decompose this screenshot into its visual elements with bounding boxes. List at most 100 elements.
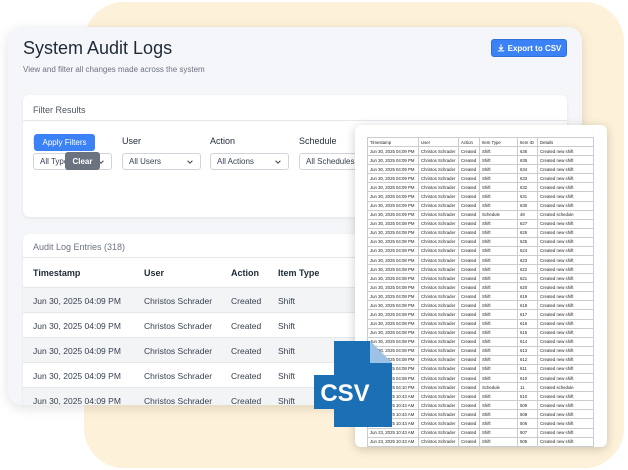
- csv-cell: Created: [458, 391, 480, 402]
- csv-cell: 626: [517, 227, 538, 238]
- table-cell: Shift: [278, 346, 296, 356]
- csv-icon-label: CSV: [320, 380, 369, 407]
- csv-cell: Jun 30, 2025 04:08 PM: [367, 236, 419, 247]
- action-select[interactable]: All Actions: [210, 153, 289, 170]
- csv-cell: Details: [537, 136, 594, 148]
- csv-cell: Created: [458, 155, 480, 166]
- csv-cell: 618: [517, 300, 538, 311]
- csv-cell: 632: [517, 182, 538, 193]
- csv-cell: Christos Schrader: [418, 200, 459, 211]
- table-cell: Jun 30, 2025 04:09 PM: [33, 346, 121, 356]
- csv-cell: Jun 30, 2025 04:09 PM: [367, 191, 419, 202]
- select-value: All Users: [129, 157, 162, 166]
- csv-row: Jun 30, 2025 04:09 PM Christos Schrader Cr…: [367, 173, 594, 184]
- csv-cell: Created new shift: [537, 327, 594, 338]
- csv-cell: Created new shift: [537, 282, 594, 293]
- csv-row: Jun 30, 2025 04:09 PM Christos Schrader Cr…: [367, 146, 594, 157]
- csv-cell: Shift: [479, 273, 518, 284]
- csv-cell: Shift: [479, 436, 518, 447]
- csv-cell: Christos Schrader: [418, 273, 459, 284]
- csv-row: Timestamp User Action Item Type Item ID Detai…: [367, 136, 594, 148]
- csv-cell: Christos Schrader: [418, 436, 459, 447]
- csv-cell: Shift: [479, 245, 518, 257]
- csv-cell: Christos Schrader: [418, 227, 459, 238]
- csv-cell: Shift: [479, 182, 518, 193]
- csv-cell: 611: [517, 363, 538, 375]
- csv-cell: 636: [517, 146, 538, 157]
- export-csv-button[interactable]: Export to CSV: [491, 39, 567, 57]
- chevron-down-icon: [275, 160, 281, 164]
- csv-cell: Christos Schrader: [418, 382, 459, 393]
- table-cell: Shift: [278, 396, 296, 405]
- csv-cell: 634: [517, 164, 538, 175]
- user-select[interactable]: All Users: [122, 153, 201, 170]
- csv-cell: Created: [458, 173, 480, 184]
- csv-cell: 620: [517, 282, 538, 293]
- csv-cell: Shift: [479, 173, 518, 184]
- csv-cell: Created new shift: [537, 309, 594, 320]
- csv-cell: 48: [517, 209, 538, 220]
- csv-cell: Created new shift: [537, 318, 594, 329]
- csv-cell: Created: [458, 427, 480, 438]
- table-cell: Created: [231, 321, 262, 331]
- csv-cell: 615: [517, 327, 538, 338]
- csv-cell: Created: [458, 264, 480, 275]
- csv-cell: Created: [458, 436, 480, 447]
- csv-cell: Christos Schrader: [418, 209, 459, 220]
- csv-cell: Created new shift: [537, 173, 594, 184]
- csv-cell: Jun 30, 2025 04:08 PM: [367, 255, 419, 266]
- column-header-timestamp[interactable]: Timestamp: [33, 268, 80, 278]
- apply-filters-button[interactable]: Apply Filters: [34, 134, 95, 151]
- csv-cell: Shift: [479, 427, 518, 438]
- csv-cell: Shift: [479, 264, 518, 275]
- csv-cell: Christos Schrader: [418, 336, 459, 347]
- column-header-user[interactable]: User: [144, 268, 164, 278]
- csv-cell: Created: [458, 291, 480, 302]
- csv-cell: Christos Schrader: [418, 363, 459, 375]
- csv-cell: Christos Schrader: [418, 182, 459, 193]
- chevron-down-icon: [187, 160, 193, 164]
- csv-cell: Created new shift: [537, 409, 594, 420]
- csv-cell: Created: [458, 409, 480, 420]
- csv-cell: Created new shift: [537, 236, 594, 247]
- csv-cell: Shift: [479, 373, 518, 384]
- csv-row: Jun 23, 2025 10:43 AM Christos Schrader Cr…: [367, 436, 594, 447]
- csv-row: Jun 30, 2025 04:08 PM Christos Schrader Cr…: [367, 309, 594, 320]
- filter-action: Action All Actions: [210, 136, 289, 170]
- csv-cell: Jun 30, 2025 04:08 PM: [367, 227, 419, 238]
- csv-cell: Created new shift: [537, 436, 594, 447]
- csv-cell: Christos Schrader: [418, 345, 459, 356]
- csv-row: Jun 30, 2025 04:08 PM Christos Schrader Cr…: [367, 282, 594, 293]
- table-cell: Christos Schrader: [144, 371, 213, 381]
- column-header-action[interactable]: Action: [231, 268, 259, 278]
- table-cell: Created: [231, 371, 262, 381]
- csv-cell: Christos Schrader: [418, 354, 459, 365]
- csv-cell: Jun 30, 2025 04:08 PM: [367, 273, 419, 284]
- csv-cell: Jun 30, 2025 04:09 PM: [367, 209, 419, 220]
- csv-cell: Christos Schrader: [418, 191, 459, 202]
- csv-row: Jun 30, 2025 04:08 PM Christos Schrader Cr…: [367, 300, 594, 311]
- table-cell: Jun 30, 2025 04:09 PM: [33, 396, 121, 405]
- csv-cell: Shift: [479, 200, 518, 211]
- table-cell: Christos Schrader: [144, 321, 213, 331]
- csv-cell: 617: [517, 309, 538, 320]
- csv-cell: 624: [517, 245, 538, 257]
- csv-cell: 623: [517, 255, 538, 266]
- divider: [23, 120, 567, 121]
- csv-cell: Christos Schrader: [418, 173, 459, 184]
- clear-button[interactable]: Clear: [65, 152, 100, 170]
- csv-cell: Created: [458, 245, 480, 257]
- csv-cell: Shift: [479, 191, 518, 202]
- csv-cell: Shift: [479, 363, 518, 375]
- csv-cell: Created: [458, 373, 480, 384]
- csv-row: Jun 30, 2025 04:08 PM Christos Schrader Cr…: [367, 218, 594, 229]
- csv-cell: Christos Schrader: [418, 264, 459, 275]
- page-subtitle: View and filter all changes made across …: [23, 65, 205, 74]
- filter-user: User All Users: [122, 136, 201, 170]
- csv-cell: Created new shift: [537, 345, 594, 356]
- csv-cell: Schedule: [479, 209, 518, 220]
- column-header-item-type[interactable]: Item Type: [278, 268, 319, 278]
- csv-cell: Created: [458, 354, 480, 365]
- csv-cell: User: [418, 136, 459, 148]
- csv-cell: 509: [517, 400, 538, 411]
